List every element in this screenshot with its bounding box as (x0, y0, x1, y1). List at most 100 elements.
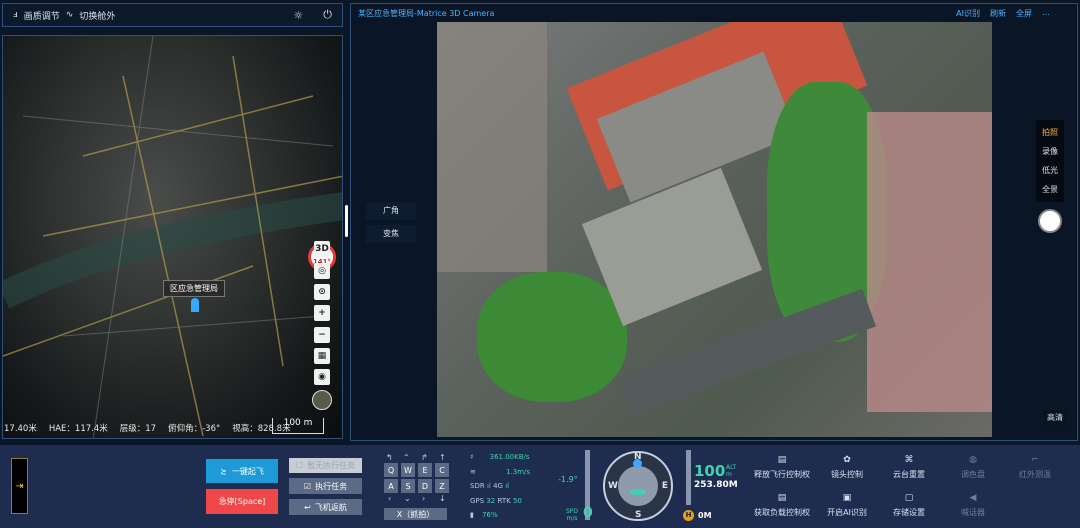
thermometer-icon: ⌐ (1031, 455, 1039, 465)
altitude-label: ALT m (726, 464, 737, 478)
ai-recognition-toggle[interactable]: ▣ 开启AI识别 (812, 493, 882, 518)
return-icon: ↩ (304, 502, 311, 512)
infrared-button[interactable]: ⌐ 红外测温 (1000, 455, 1070, 480)
descend-icon: ↓ (439, 494, 446, 503)
altitude-value: 100 (694, 462, 726, 480)
mode-video[interactable]: 录像 (1036, 142, 1064, 161)
palette-button[interactable]: ◍ 调色盘 (938, 455, 1008, 480)
key-s[interactable]: S (401, 479, 415, 493)
key-c[interactable]: C (435, 463, 449, 477)
map-location-label: 区应急管理局 (163, 280, 225, 297)
quality-select[interactable]: 高清 (1043, 410, 1067, 425)
checkbox-icon: ☑ (303, 481, 312, 491)
aperture-icon: ✿ (843, 455, 851, 465)
light-icon[interactable]: ☼ (293, 9, 303, 22)
left-header: ⅎ 画质调节 ∿ 切换舱外 ☼ ⏻ (2, 3, 343, 27)
more-button[interactable]: … (1042, 8, 1050, 19)
altitude-abs: 253.80M (694, 480, 738, 490)
storage-settings-button[interactable]: ▢ 存储设置 (874, 493, 944, 518)
takeoff-button[interactable]: ≿ 一键起飞 (206, 459, 278, 483)
palette-icon: ◍ (969, 455, 977, 465)
net-speed: ♯ 361.00KB/s (470, 453, 530, 461)
right-icon: › (422, 494, 426, 503)
power-icon[interactable]: ⏻ (323, 8, 332, 22)
return-home-button[interactable]: ↩ 飞机返航 (289, 499, 362, 515)
lens-control-button[interactable]: ✿ 镜头控制 (812, 455, 882, 480)
gps-status: GPS 32 RTK 50 (470, 497, 522, 505)
key-e[interactable]: E (418, 463, 432, 477)
megaphone-icon: ◀ (969, 493, 977, 503)
altitude-scale (686, 450, 691, 505)
basemap-toggle[interactable] (312, 390, 332, 410)
capture-mode-menu: 拍照 录像 低光 全景 (1036, 120, 1064, 202)
home-distance: 0M (698, 511, 712, 520)
control-icon: ▤ (777, 455, 787, 465)
video-toolbar: AI识别 刷新 全屏 … (956, 8, 1050, 19)
gimbal-reset-button[interactable]: ⌘ 云台重置 (874, 455, 944, 480)
ai-recognition-button[interactable]: AI识别 (956, 8, 980, 19)
save-icon: ▢ (904, 493, 914, 503)
map-style-icon[interactable]: ◉ (314, 369, 330, 385)
switch-outside-button[interactable]: 切换舱外 (79, 9, 115, 22)
down-icon: ⌄ (404, 494, 411, 503)
video-title: 某区应急管理局-Matrice 3D Camera (358, 9, 495, 18)
rotate-left-icon: ↰ (386, 453, 393, 462)
rotate-right-icon: ↱ (421, 453, 428, 462)
mode-photo[interactable]: 拍照 (1036, 123, 1064, 142)
mode-panorama[interactable]: 全景 (1036, 180, 1064, 199)
zoom-in-button[interactable]: + (314, 305, 330, 321)
battery-status: ▮ 76% (470, 511, 498, 519)
execute-task-button[interactable]: ☑ 执行任务 (289, 478, 362, 494)
gimbal-icon: ⌘ (904, 455, 914, 465)
drone-marker-icon (191, 298, 199, 312)
switch-icon: ∿ (65, 10, 74, 20)
up-icon: ⌃ (403, 453, 410, 462)
key-a[interactable]: A (384, 479, 398, 493)
ascend-icon: ↑ (439, 453, 446, 462)
target-icon[interactable]: ⊙ (314, 284, 330, 300)
map-3d-button[interactable]: 3D (314, 241, 330, 257)
fullscreen-button[interactable]: 全屏 (1016, 8, 1032, 19)
key-z[interactable]: Z (435, 479, 449, 493)
tune-icon: ⅎ (13, 10, 18, 20)
emergency-stop-button[interactable]: 急停[Space] (206, 489, 278, 514)
wind-icon: ≋ (470, 468, 476, 476)
quality-button[interactable]: 画质调节 (24, 9, 60, 22)
refresh-button[interactable]: 刷新 (990, 8, 1006, 19)
panel-resize-handle[interactable] (345, 205, 348, 237)
speaker-button[interactable]: ◀ 喊话器 (938, 493, 1008, 518)
takeoff-icon: ≿ (220, 466, 227, 476)
acquire-payload-control-button[interactable]: ▤ 获取负载控制权 (747, 493, 817, 518)
payload-icon: ▤ (777, 493, 787, 503)
locate-icon[interactable]: ◎ (314, 263, 330, 279)
capture-key-button[interactable]: X（抓拍） (384, 508, 447, 520)
lens-zoom[interactable]: 变焦 (366, 225, 416, 243)
key-q[interactable]: Q (384, 463, 398, 477)
no-task-button: ☐ 暂无执行任务 (289, 458, 362, 473)
map-roads (3, 36, 342, 438)
map-layer-icon[interactable]: ▦ (314, 348, 330, 364)
key-w[interactable]: W (401, 463, 415, 477)
attitude-compass: N E S W (603, 451, 673, 521)
battery-icon: ▮ (470, 511, 474, 519)
image-icon: ▣ (842, 493, 852, 503)
wind-speed: ≋ 1.3m/s (470, 468, 531, 476)
camera-feed[interactable] (437, 22, 992, 437)
shutter-button[interactable] (1038, 209, 1062, 233)
exit-icon[interactable]: ⇥ (11, 458, 28, 514)
left-icon: ‹ (388, 494, 392, 503)
speed-label: SPD m/s (566, 508, 579, 522)
map-status-bar: 17.40米 HAE：117.4米 层级：17 俯仰角：-36° 视高：828.8米 (4, 424, 291, 434)
lens-wide[interactable]: 广角 (366, 202, 416, 220)
zoom-out-button[interactable]: − (314, 327, 330, 343)
map-view[interactable]: SW141° 区应急管理局 3D ◎ ⊙ + − ▦ ◉ (2, 35, 343, 439)
release-flight-control-button[interactable]: ▤ 释放飞行控制权 (747, 455, 817, 480)
signal-icon: ♯ (470, 453, 474, 461)
map-scale: 100 m (272, 418, 324, 434)
speed-value: 0 (583, 505, 593, 521)
link-status: SDR ıl 4G ıl (470, 482, 510, 490)
home-icon: H (683, 510, 694, 521)
mode-lowlight[interactable]: 低光 (1036, 161, 1064, 180)
key-d[interactable]: D (418, 479, 432, 493)
pitch-value: -1.9° (558, 475, 578, 484)
